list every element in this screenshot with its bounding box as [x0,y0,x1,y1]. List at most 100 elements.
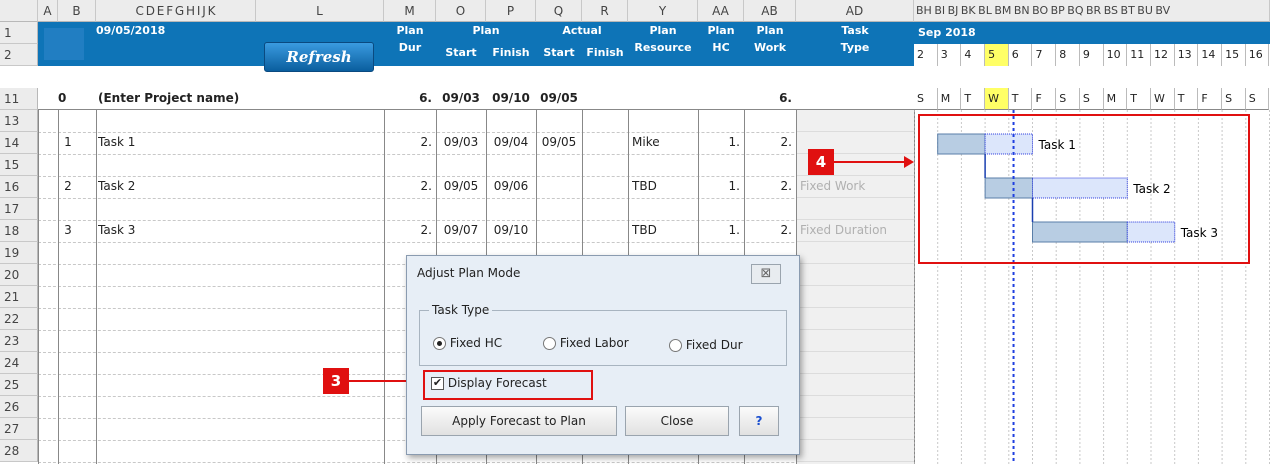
task-work[interactable]: 2. [744,135,792,149]
radio-selected-icon[interactable] [433,337,446,350]
radio-icon[interactable] [543,337,556,350]
task-resource[interactable]: Mike [632,135,698,149]
gantt-weekday: W [1151,88,1175,110]
gantt-day: 6 [1008,44,1033,66]
col-header-m[interactable]: M [384,0,436,22]
col-header-aa[interactable]: AA [698,0,744,22]
col-header-p[interactable]: P [486,0,536,22]
col-header-a[interactable]: A [38,0,58,22]
row-header[interactable]: 25 [0,374,38,396]
col-header-q[interactable]: Q [536,0,582,22]
apply-forecast-button[interactable]: Apply Forecast to Plan [421,406,617,436]
callout-4: 4 [808,149,834,175]
task-type[interactable]: Fixed Work [800,179,910,193]
project-actual-start[interactable]: 09/05 [536,91,582,105]
task-id[interactable]: 3 [58,223,78,237]
col-header-o[interactable]: O [436,0,486,22]
project-start[interactable]: 09/03 [436,91,486,105]
task-dur[interactable]: 2. [384,179,432,193]
col-header-b[interactable]: B [58,0,96,22]
task-work[interactable]: 2. [744,223,792,237]
col-header-r[interactable]: R [582,0,628,22]
radio-fixed-dur[interactable]: Fixed Dur [669,338,743,352]
project-id[interactable]: 0 [58,91,66,105]
task-hc[interactable]: 1. [698,223,740,237]
col-header-l[interactable]: L [256,0,384,22]
gantt-weekday: F [1032,88,1057,110]
row-header[interactable]: 19 [0,242,38,264]
gantt-weekday: M [937,88,962,110]
task-dur[interactable]: 2. [384,223,432,237]
task-start[interactable]: 09/07 [436,223,486,237]
select-all-corner[interactable] [0,0,38,22]
close-icon[interactable]: ⊠ [751,264,781,284]
project-finish[interactable]: 09/10 [486,91,536,105]
project-name[interactable]: (Enter Project name) [98,91,239,105]
col-header-ab[interactable]: AB [744,0,796,22]
row-header[interactable]: 20 [0,264,38,286]
col-header-ad[interactable]: AD [796,0,914,22]
col-header-gantt[interactable]: BH BI BJ BK BL BM BN BO BP BQ BR BS BT B… [914,0,1270,22]
gantt-day: 3 [937,44,962,66]
row-header[interactable]: 1 [0,22,38,44]
gantt-weekday: S [1222,88,1246,110]
task-hc[interactable]: 1. [698,135,740,149]
task-id[interactable]: 2 [58,179,78,193]
gantt-day: 15 [1222,44,1246,66]
task-start[interactable]: 09/03 [436,135,486,149]
row-header[interactable]: 27 [0,418,38,440]
task-name[interactable]: Task 3 [98,223,378,237]
actual-finish-label: Finish [582,46,628,59]
row-header[interactable]: 14 [0,132,38,154]
project-work[interactable]: 6. [744,91,792,105]
task-id[interactable]: 1 [58,135,78,149]
task-finish[interactable]: 09/10 [486,223,536,237]
row-header[interactable]: 28 [0,440,38,462]
task-name[interactable]: Task 2 [98,179,378,193]
row-header[interactable]: 2 [0,44,38,66]
plan-finish-label: Finish [486,46,536,59]
task-resource[interactable]: TBD [632,179,698,193]
gantt-weekday: S [1079,88,1104,110]
col-header-y[interactable]: Y [628,0,698,22]
grid-line [38,154,914,155]
task-work[interactable]: 2. [744,179,792,193]
radio-fixed-labor[interactable]: Fixed Labor [543,336,629,350]
col-header-c-k[interactable]: C D E F G H I J K [96,0,256,22]
row-header[interactable]: 17 [0,198,38,220]
row-header[interactable]: 16 [0,176,38,198]
task-finish[interactable]: 09/06 [486,179,536,193]
task-hc[interactable]: 1. [698,179,740,193]
checkbox-checked-icon[interactable]: ✔ [431,377,444,390]
task-resource[interactable]: TBD [632,223,698,237]
close-button[interactable]: Close [625,406,729,436]
row-header[interactable]: 18 [0,220,38,242]
task-type[interactable]: Fixed Duration [800,223,910,237]
plan-work-label: Plan Work [744,24,796,59]
row-header[interactable]: 21 [0,286,38,308]
project-dur[interactable]: 6. [384,91,432,105]
task-dur[interactable]: 2. [384,135,432,149]
help-button[interactable]: ? [739,406,779,436]
plan-dur-label: Plan Dur [384,24,436,59]
plan-resource-label: Plan Resource [628,24,698,59]
task-name[interactable]: Task 1 [98,135,378,149]
refresh-button[interactable]: Refresh [264,42,374,72]
task-actual-start[interactable]: 09/05 [536,135,582,149]
radio-icon[interactable] [669,339,682,352]
task-type-label: Task Type [796,24,914,59]
row-header[interactable]: 15 [0,154,38,176]
display-forecast-checkbox[interactable]: ✔ Display Forecast [431,376,547,390]
gantt-weekday: T [1127,88,1151,110]
row-header[interactable]: 13 [0,110,38,132]
radio-fixed-hc[interactable]: Fixed HC [433,336,502,350]
row-header[interactable]: 26 [0,396,38,418]
row-header[interactable]: 23 [0,330,38,352]
adjust-plan-mode-dialog: Adjust Plan Mode ⊠ Task Type Fixed HC Fi… [406,255,800,455]
task-start[interactable]: 09/05 [436,179,486,193]
row-header[interactable]: 11 [0,88,38,110]
row-header[interactable]: 24 [0,352,38,374]
row-header[interactable]: 22 [0,308,38,330]
task-finish[interactable]: 09/04 [486,135,536,149]
grid-line [96,110,97,464]
